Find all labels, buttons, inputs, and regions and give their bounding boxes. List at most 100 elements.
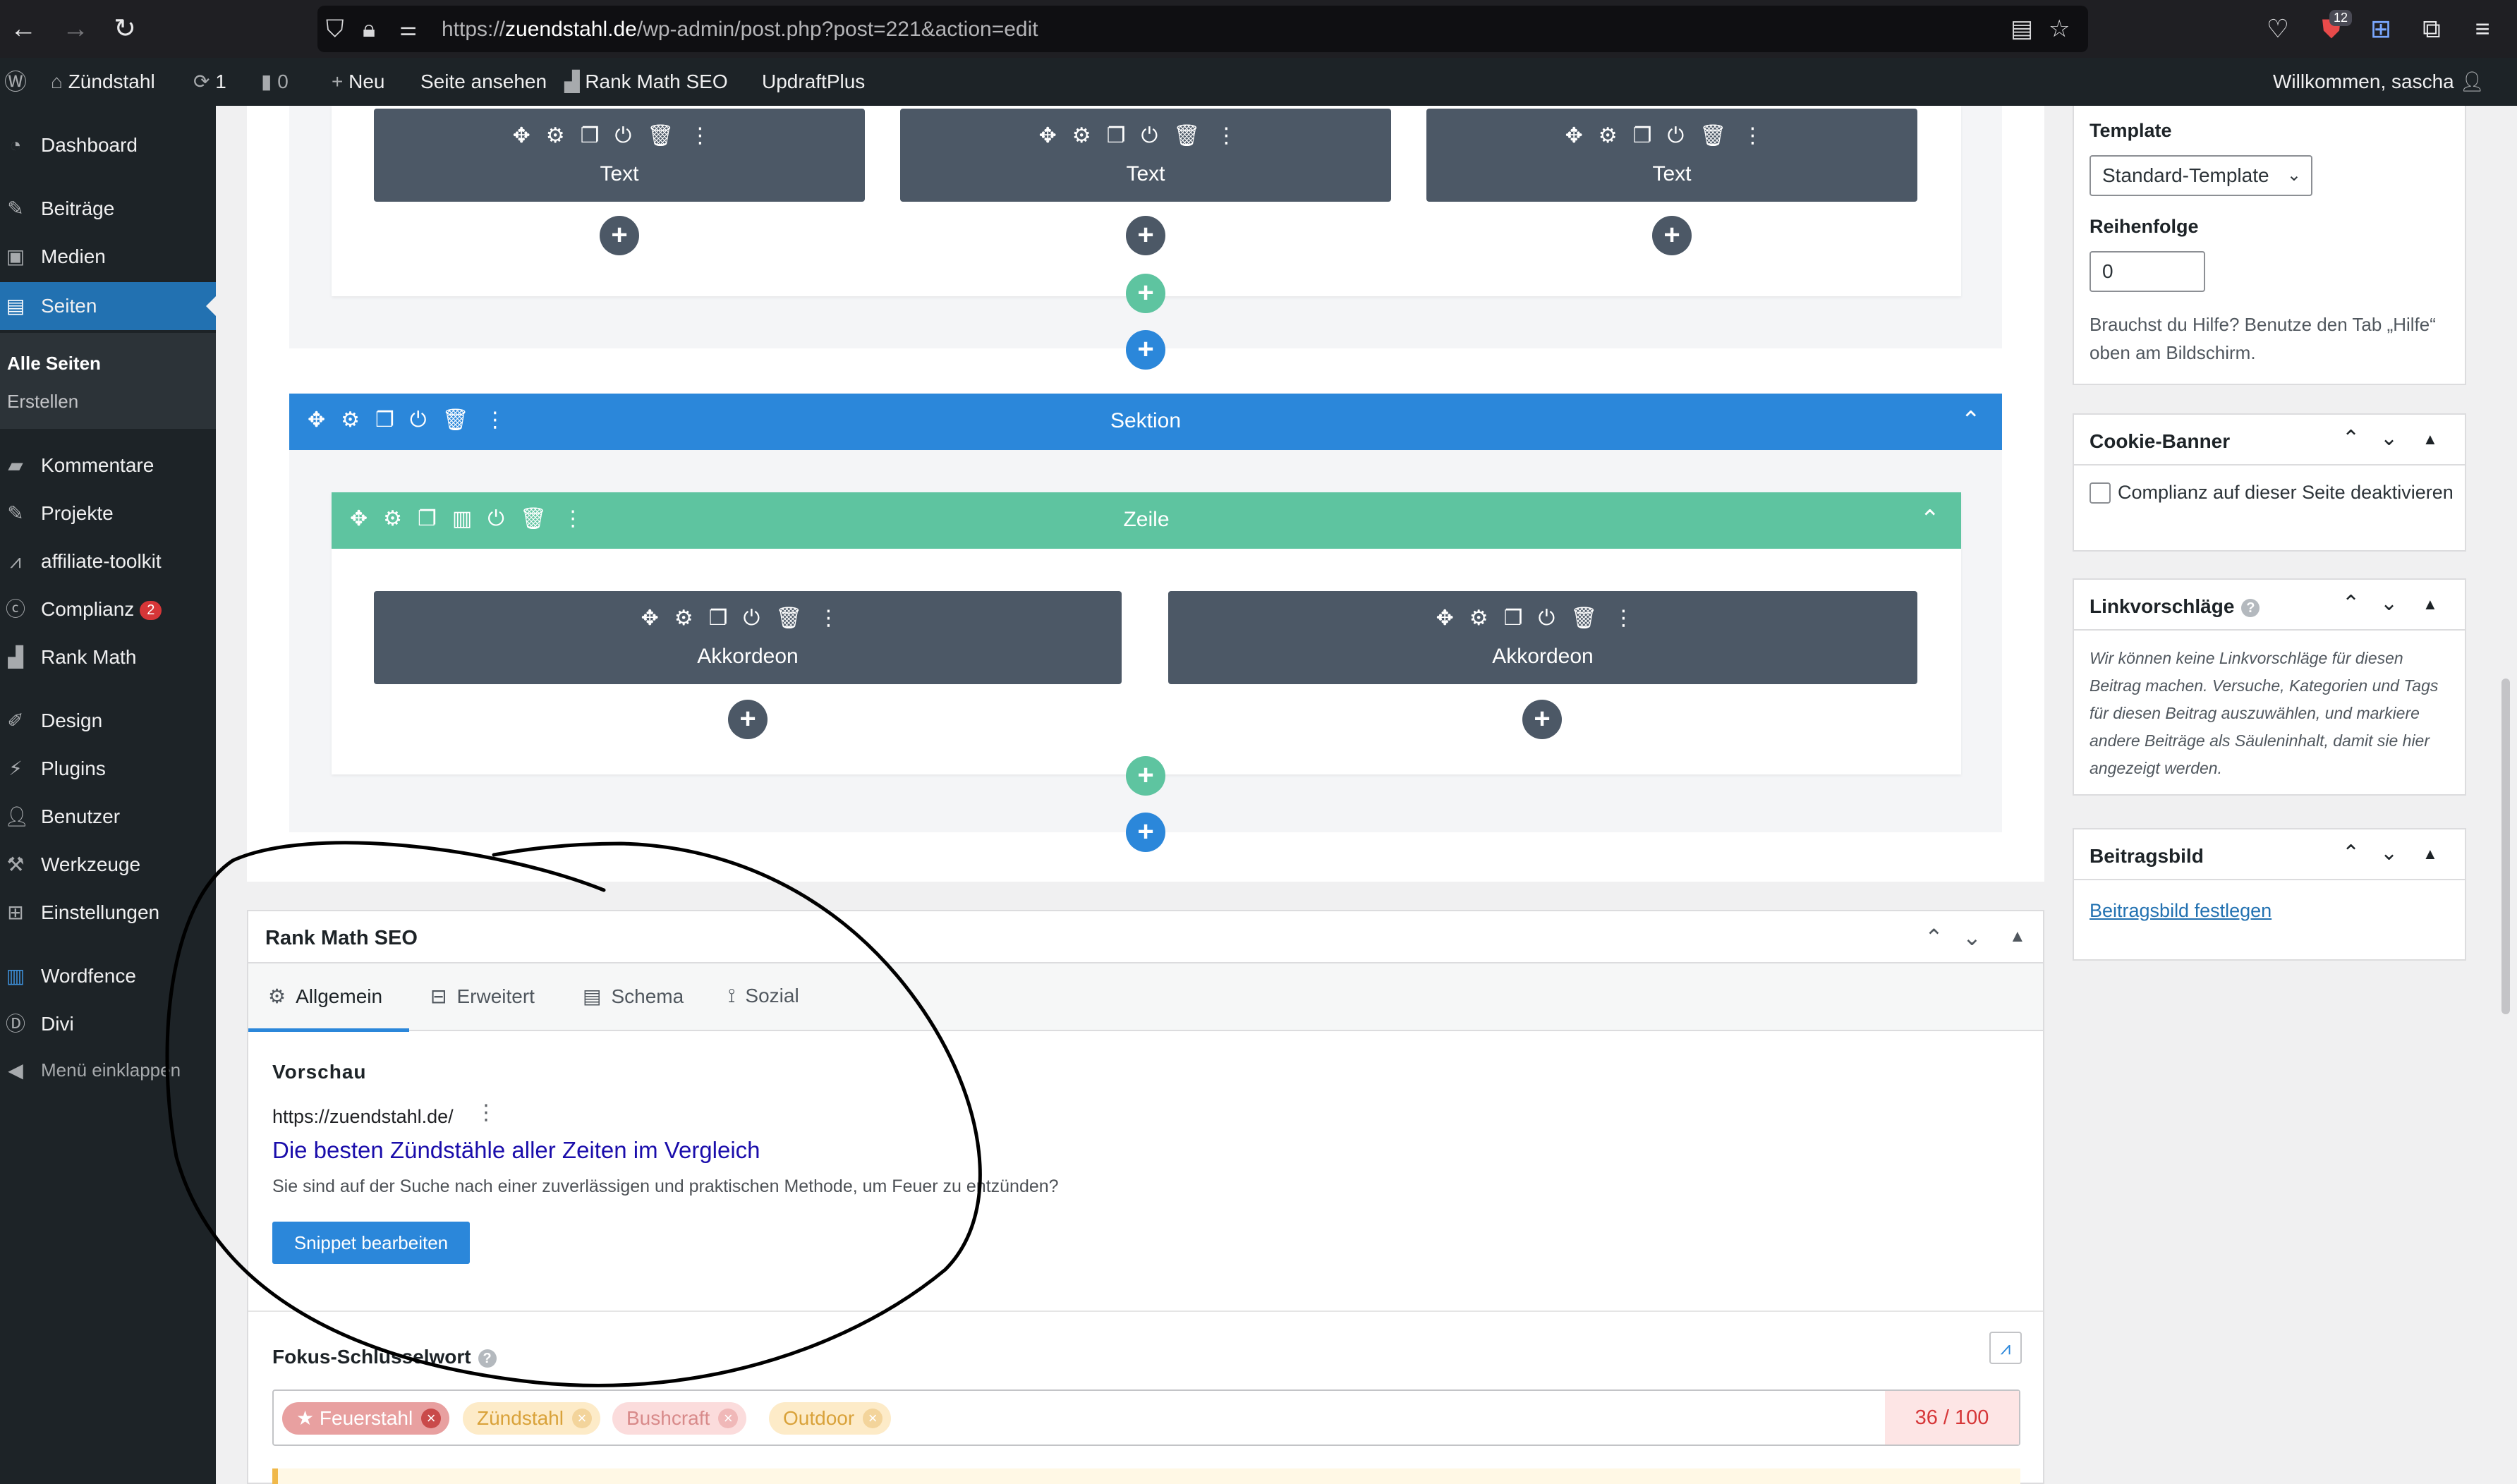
chevron-up-icon[interactable]: ⌃ xyxy=(1961,406,1982,434)
lock-icon[interactable]: 🔒︎ xyxy=(363,16,375,42)
module-toolbar[interactable]: ✥⚙❐⏻🗑︎⋮ xyxy=(374,607,1122,631)
add-section-button[interactable]: + xyxy=(1126,330,1165,370)
shield-icon[interactable]: ⛉ xyxy=(326,16,344,42)
add-row-button[interactable]: + xyxy=(1126,756,1165,796)
remove-keyword-icon[interactable]: × xyxy=(421,1409,442,1428)
keyword-tag[interactable]: Outdoor × xyxy=(769,1402,892,1435)
set-featured-image-link[interactable]: Beitragsbild festlegen xyxy=(2090,900,2272,922)
reload-icon[interactable]: ↻ xyxy=(109,13,141,45)
edit-snippet-button[interactable]: Snippet bearbeiten xyxy=(272,1222,470,1264)
sidebar-item-dashboard[interactable]: ◔ Dashboard xyxy=(0,124,216,166)
focus-keyword-input[interactable]: ★ Feuerstahl × Zündstahl × Bushcraft × Outd… xyxy=(272,1389,2020,1446)
trends-icon[interactable]: ⩘ xyxy=(1989,1332,2022,1364)
view-page-link[interactable]: Seite ansehen xyxy=(420,71,547,93)
toggle-panel-icon[interactable]: ▲ xyxy=(2422,845,2438,863)
sidebar-item-complianz[interactable]: ⓒ Complianz 2 xyxy=(0,588,216,631)
updraftplus-link[interactable]: UpdraftPlus xyxy=(762,71,865,93)
add-module-button[interactable]: + xyxy=(728,700,768,739)
module-text-2[interactable]: ✥⚙❐⏻🗑︎⋮ Text xyxy=(900,109,1391,202)
move-up-icon[interactable]: ⌃ xyxy=(2342,841,2360,865)
sidebar-item-pages[interactable]: ▤ Seiten xyxy=(0,282,216,330)
add-module-button[interactable]: + xyxy=(1126,216,1165,255)
add-section-button[interactable]: + xyxy=(1126,813,1165,852)
tab-allgemein[interactable]: ⚙ Allgemein xyxy=(268,985,382,1008)
forward-arrow-icon[interactable]: → xyxy=(59,13,92,45)
toggle-panel-icon[interactable]: ▲ xyxy=(2422,595,2438,614)
section-bar[interactable]: ✥⚙❐⏻🗑︎⋮ Sektion ⌃ xyxy=(289,394,2002,450)
updates-link[interactable]: ⟳ 1 xyxy=(193,71,226,93)
module-text-1[interactable]: ✥⚙❐⏻🗑︎⋮ Text xyxy=(374,109,865,202)
move-down-icon[interactable]: ⌄ xyxy=(1963,924,1982,951)
sidebar-item-settings[interactable]: ⊞ Einstellungen xyxy=(0,892,216,934)
add-module-button[interactable]: + xyxy=(600,216,639,255)
move-down-icon[interactable]: ⌄ xyxy=(2380,841,2398,865)
sidebar-item-comments[interactable]: ▰ Kommentare xyxy=(0,444,216,487)
sidebar-item-affiliate-toolkit[interactable]: ⩘ affiliate-toolkit xyxy=(0,540,216,583)
module-toolbar[interactable]: ✥⚙❐⏻🗑︎⋮ xyxy=(1168,607,1917,631)
connection-icon[interactable]: ⚌ xyxy=(399,16,417,42)
menu-icon[interactable]: ≡ xyxy=(2466,13,2499,45)
sidebar-item-users[interactable]: 👤︎ Benutzer xyxy=(0,796,216,838)
module-accordion-2[interactable]: ✥⚙❐⏻🗑︎⋮ Akkordeon xyxy=(1168,591,1917,684)
keyword-tag[interactable]: Bushcraft × xyxy=(612,1402,747,1435)
pocket-icon[interactable]: ♡ xyxy=(2262,13,2294,45)
move-down-icon[interactable]: ⌄ xyxy=(2380,591,2398,616)
sidebar-item-divi[interactable]: Ⓓ Divi xyxy=(0,1003,216,1045)
module-toolbar[interactable]: ✥⚙❐⏻🗑︎⋮ xyxy=(900,124,1391,148)
add-row-button[interactable]: + xyxy=(1126,274,1165,313)
module-toolbar[interactable]: ✥⚙❐⏻🗑︎⋮ xyxy=(1426,124,1917,148)
submenu-all-pages[interactable]: Alle Seiten xyxy=(7,353,101,375)
bookmark-star-icon[interactable]: ☆ xyxy=(2049,16,2070,42)
order-input[interactable]: 0 xyxy=(2090,251,2205,292)
sidebar-item-projects[interactable]: ✎ Projekte xyxy=(0,492,216,535)
url-text[interactable]: https://zuendstahl.de/wp-admin/post.php?… xyxy=(442,18,1038,42)
address-bar[interactable]: ⛉ 🔒︎ ⚌ https://zuendstahl.de/wp-admin/po… xyxy=(317,6,2088,52)
chevron-up-icon[interactable]: ⌃ xyxy=(1920,505,1941,533)
comments-link[interactable]: ▮ 0 xyxy=(261,71,289,93)
keyword-tag[interactable]: Zündstahl × xyxy=(463,1402,600,1435)
tab-erweitert[interactable]: ⊟ Erweitert xyxy=(430,985,535,1008)
wordpress-logo-icon[interactable]: Ⓦ xyxy=(4,71,27,93)
help-icon[interactable]: ? xyxy=(2241,598,2260,617)
site-name-link[interactable]: ⌂ Zündstahl xyxy=(51,71,155,93)
sidebar-item-wordfence[interactable]: ▥ Wordfence xyxy=(0,955,216,997)
move-up-icon[interactable]: ⌃ xyxy=(1924,924,1943,951)
module-accordion-1[interactable]: ✥⚙❐⏻🗑︎⋮ Akkordeon xyxy=(374,591,1122,684)
move-down-icon[interactable]: ⌄ xyxy=(2380,426,2398,451)
page-scrollbar[interactable] xyxy=(2501,679,2510,1014)
new-content-link[interactable]: + Neu xyxy=(332,71,385,93)
account-link[interactable]: Willkommen, sascha 👤︎ xyxy=(2273,71,2485,93)
template-select[interactable]: Standard-Template ⌄ xyxy=(2090,155,2312,196)
sidebar-item-media[interactable]: ▣ Medien xyxy=(0,236,216,278)
sidebar-item-tools[interactable]: ⚒ Werkzeuge xyxy=(0,844,216,886)
extension-grid-icon[interactable]: ⊞ xyxy=(2365,13,2397,45)
toggle-panel-icon[interactable]: ▲ xyxy=(2422,430,2438,449)
rankmath-admin-link[interactable]: ▟ Rank Math SEO xyxy=(564,71,728,93)
remove-keyword-icon[interactable]: × xyxy=(863,1409,883,1428)
tab-sozial[interactable]: ⟟ Sozial xyxy=(728,985,799,1008)
keyword-tag-primary[interactable]: ★ Feuerstahl × xyxy=(282,1402,450,1435)
module-toolbar[interactable]: ✥⚙❐⏻🗑︎⋮ xyxy=(374,124,865,148)
sidebar-item-plugins[interactable]: ⚡︎ Plugins xyxy=(0,748,216,790)
tab-schema[interactable]: ▤ Schema xyxy=(583,985,684,1008)
snippet-title[interactable]: Die besten Zündstähle aller Zeiten im Ve… xyxy=(272,1137,760,1164)
reader-view-icon[interactable]: ▤ xyxy=(2010,16,2033,42)
remove-keyword-icon[interactable]: × xyxy=(571,1409,592,1428)
sidebar-item-posts[interactable]: ✎ Beiträge xyxy=(0,188,216,230)
sidebar-item-rank-math[interactable]: ▟ Rank Math xyxy=(0,636,216,679)
complianz-disable-checkbox[interactable] xyxy=(2090,482,2111,504)
extensions-icon[interactable]: ⧉ xyxy=(2415,13,2448,45)
sidebar-item-design[interactable]: ✐ Design xyxy=(0,700,216,742)
collapse-menu-button[interactable]: ◀ Menü einklappen xyxy=(0,1050,216,1092)
move-up-icon[interactable]: ⌃ xyxy=(2342,591,2360,616)
help-icon[interactable]: ? xyxy=(478,1349,497,1368)
submenu-create[interactable]: Erstellen xyxy=(7,391,78,413)
add-module-button[interactable]: + xyxy=(1522,700,1562,739)
row-bar[interactable]: ✥⚙❐▥⏻🗑︎⋮ Zeile ⌃ xyxy=(332,492,1961,549)
module-text-3[interactable]: ✥⚙❐⏻🗑︎⋮ Text xyxy=(1426,109,1917,202)
move-up-icon[interactable]: ⌃ xyxy=(2342,426,2360,451)
add-module-button[interactable]: + xyxy=(1652,216,1692,255)
remove-keyword-icon[interactable]: × xyxy=(718,1409,739,1428)
toggle-panel-icon[interactable]: ▲ xyxy=(2009,927,2026,947)
back-arrow-icon[interactable]: ← xyxy=(7,13,40,45)
